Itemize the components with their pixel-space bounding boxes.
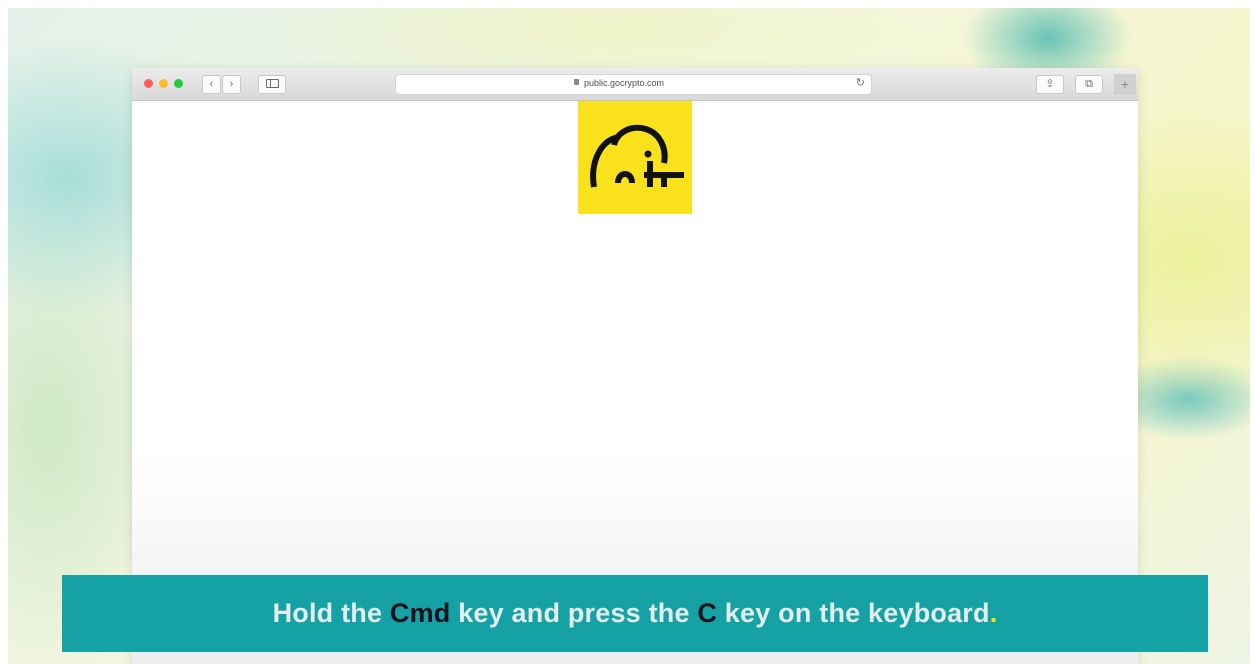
caption-key-c: C [697,598,718,628]
tabs-icon: ⧉ [1085,78,1093,90]
caption-part-1: Hold the [272,598,390,628]
new-tab-button[interactable]: + [1114,74,1136,95]
gocrypto-logo[interactable] [578,101,692,214]
sidebar-toggle-button[interactable] [258,75,286,94]
minimize-window-button[interactable] [159,79,168,88]
reload-icon[interactable]: ↻ [856,76,865,89]
address-bar[interactable]: public.gocrypto.com ↻ [395,74,872,95]
show-tabs-button[interactable]: ⧉ [1075,75,1103,94]
caption-text: Hold the Cmd key and press the C key on … [273,598,998,629]
back-button[interactable]: ‹ [202,75,221,94]
address-url: public.gocrypto.com [584,78,665,88]
caption-period: . [989,598,998,628]
close-window-button[interactable] [144,79,153,88]
plus-icon: + [1120,76,1130,92]
lock-icon [574,79,579,85]
zoom-window-button[interactable] [174,79,183,88]
browser-toolbar: ‹ › public.gocrypto.com ↻ ⇪ ⧉ + [132,68,1138,101]
forward-button[interactable]: › [222,75,241,94]
chevron-left-icon: ‹ [209,78,214,90]
instruction-caption: Hold the Cmd key and press the C key on … [62,575,1208,652]
sidebar-icon [265,79,279,88]
chevron-right-icon: › [229,78,234,90]
caption-key-cmd: Cmd [389,598,451,628]
caption-part-2: key and press the [450,598,698,628]
share-icon: ⇪ [1045,78,1055,90]
elephant-icon [590,124,684,188]
caption-part-3: key on the keyboard [717,598,990,628]
share-button[interactable]: ⇪ [1036,75,1064,94]
